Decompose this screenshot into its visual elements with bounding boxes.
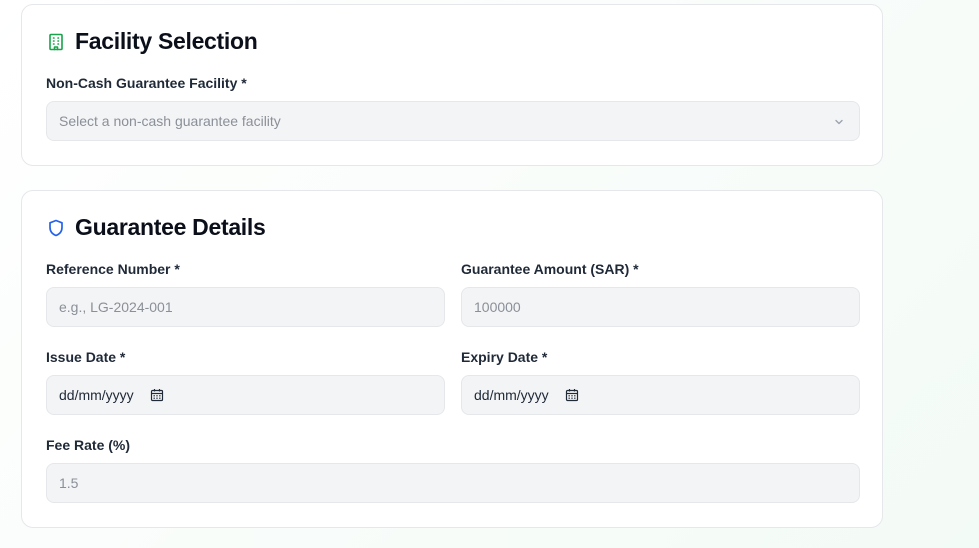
guarantee-amount-placeholder: 100000 [474,299,521,315]
facility-label: Non-Cash Guarantee Facility * [46,75,247,91]
guarantee-details-card: Guarantee Details Reference Number * e.g… [21,190,883,528]
issue-date-label: Issue Date * [46,349,126,365]
guarantee-amount-input[interactable]: 100000 [461,287,860,327]
facility-selection-card: Facility Selection Non-Cash Guarantee Fa… [21,4,883,166]
guarantee-details-heading: Guarantee Details [46,214,266,241]
reference-number-placeholder: e.g., LG-2024-001 [59,299,173,315]
building-icon [46,32,66,52]
issue-date-value: dd/mm/yyyy [59,387,134,403]
expiry-date-label: Expiry Date * [461,349,548,365]
fee-rate-placeholder: 1.5 [59,475,79,491]
issue-date-input[interactable]: dd/mm/yyyy [46,375,445,415]
facility-selection-heading: Facility Selection [46,28,258,55]
expiry-date-value: dd/mm/yyyy [474,387,549,403]
reference-number-input[interactable]: e.g., LG-2024-001 [46,287,445,327]
fee-rate-label: Fee Rate (%) [46,437,131,453]
guarantee-details-title: Guarantee Details [75,214,266,240]
expiry-date-input[interactable]: dd/mm/yyyy [461,375,860,415]
facility-selection-title: Facility Selection [75,28,258,54]
guarantee-amount-label: Guarantee Amount (SAR) * [461,261,639,277]
reference-number-label: Reference Number * [46,261,180,277]
calendar-icon[interactable] [565,388,579,402]
facility-select[interactable]: Select a non-cash guarantee facility [46,101,860,141]
chevron-down-icon [833,115,845,127]
fee-rate-input[interactable]: 1.5 [46,463,860,503]
calendar-icon[interactable] [150,388,164,402]
shield-icon [46,218,66,238]
facility-select-placeholder: Select a non-cash guarantee facility [59,113,281,129]
